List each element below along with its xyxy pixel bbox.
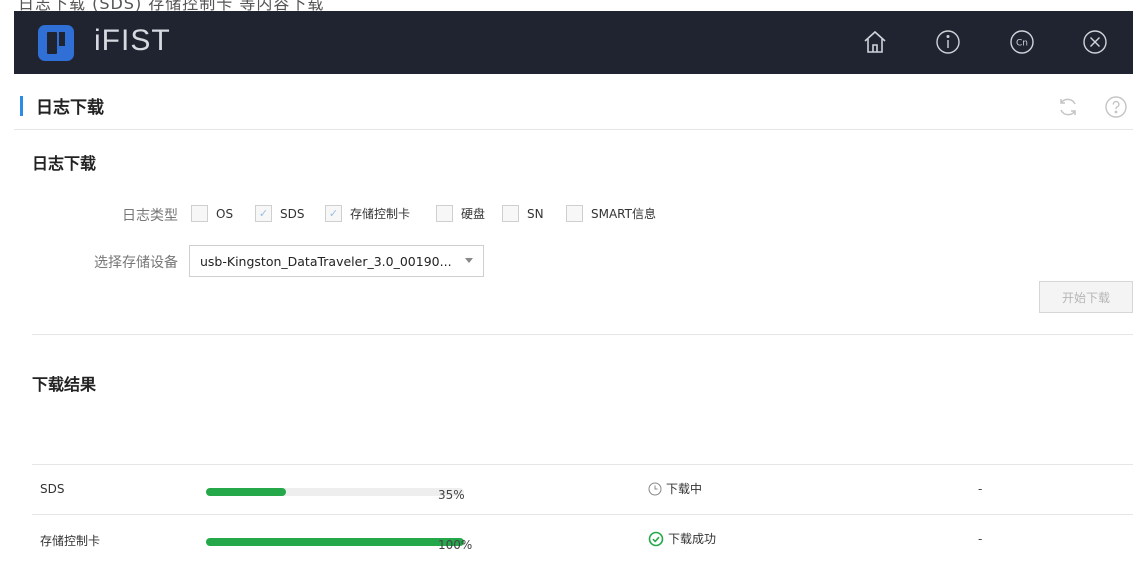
checkbox-label: 硬盘 bbox=[461, 207, 486, 221]
checkbox-os[interactable]: OS bbox=[191, 205, 233, 222]
checkbox-label: OS bbox=[216, 206, 234, 221]
download-results-heading: 下载结果 bbox=[32, 375, 97, 394]
progress-bar-fill bbox=[206, 488, 286, 496]
download-status: 下载中 bbox=[648, 480, 702, 497]
row-name: SDS bbox=[40, 482, 65, 496]
checkbox-label: 存储控制卡 bbox=[350, 207, 411, 221]
check-circle-icon bbox=[648, 531, 664, 546]
checkbox-box[interactable] bbox=[502, 205, 519, 222]
storage-device-label: 选择存储设备 bbox=[94, 255, 178, 271]
storage-device-value: usb-Kingston_DataTraveler_3.0_00190... bbox=[200, 253, 452, 269]
close-circle-icon[interactable] bbox=[1080, 27, 1110, 57]
app-header: iFIST Cn bbox=[14, 11, 1133, 74]
start-download-button[interactable]: 开始下载 bbox=[1039, 281, 1133, 313]
progress-bar bbox=[206, 538, 464, 546]
download-status: 下载成功 bbox=[648, 530, 716, 547]
info-icon[interactable] bbox=[933, 27, 963, 57]
caption-strip: 日志下载 (SDS) 存储控制卡 等内容下载 bbox=[0, 0, 1133, 11]
app-name: iFIST bbox=[94, 24, 171, 57]
title-accent-bar bbox=[20, 96, 23, 116]
home-icon[interactable] bbox=[860, 27, 890, 57]
checkbox-box-checked[interactable]: ✓ bbox=[325, 205, 342, 222]
checkbox-disk[interactable]: 硬盘 bbox=[436, 205, 485, 222]
checkbox-sds[interactable]: ✓ SDS bbox=[255, 205, 304, 222]
chevron-down-icon bbox=[465, 258, 473, 263]
progress-bar-fill bbox=[206, 538, 464, 546]
svg-text:Cn: Cn bbox=[1016, 39, 1028, 49]
log-download-heading: 日志下载 bbox=[32, 154, 97, 173]
progress-bar bbox=[206, 488, 464, 496]
row-name: 存储控制卡 bbox=[40, 534, 101, 548]
section-divider bbox=[32, 334, 1133, 335]
checkbox-label: SMART信息 bbox=[591, 207, 656, 221]
page-titlebar: 日志下载 bbox=[14, 74, 1133, 130]
row-extra: - bbox=[978, 482, 983, 496]
caption-text: 日志下载 (SDS) 存储控制卡 等内容下载 bbox=[18, 0, 325, 11]
checkbox-box[interactable] bbox=[191, 205, 208, 222]
language-cn-icon[interactable]: Cn bbox=[1007, 27, 1037, 57]
row-extra: - bbox=[978, 532, 983, 546]
log-type-label: 日志类型 bbox=[122, 208, 178, 224]
page-title: 日志下载 bbox=[36, 98, 104, 118]
checkbox-storage-controller[interactable]: ✓ 存储控制卡 bbox=[325, 205, 410, 222]
checkbox-box[interactable] bbox=[566, 205, 583, 222]
checkbox-box-checked[interactable]: ✓ bbox=[255, 205, 272, 222]
checkbox-smart-info[interactable]: SMART信息 bbox=[566, 205, 656, 222]
status-text: 下载中 bbox=[666, 482, 703, 496]
refresh-icon[interactable] bbox=[1056, 95, 1080, 119]
app-logo-icon bbox=[38, 25, 74, 61]
storage-device-select[interactable]: usb-Kingston_DataTraveler_3.0_00190... bbox=[189, 245, 484, 277]
checkbox-label: SN bbox=[527, 206, 544, 221]
help-icon[interactable] bbox=[1104, 95, 1128, 119]
clock-icon bbox=[648, 482, 662, 495]
checkbox-sn[interactable]: SN bbox=[502, 205, 544, 222]
table-row: 存储控制卡 100% 下载成功 - bbox=[32, 514, 1133, 564]
status-text: 下载成功 bbox=[668, 532, 717, 546]
checkbox-label: SDS bbox=[280, 206, 305, 221]
checkbox-box[interactable] bbox=[436, 205, 453, 222]
table-row: SDS 35% 下载中 - bbox=[32, 464, 1133, 514]
progress-percent: 100% bbox=[438, 538, 473, 552]
progress-percent: 35% bbox=[438, 488, 465, 502]
